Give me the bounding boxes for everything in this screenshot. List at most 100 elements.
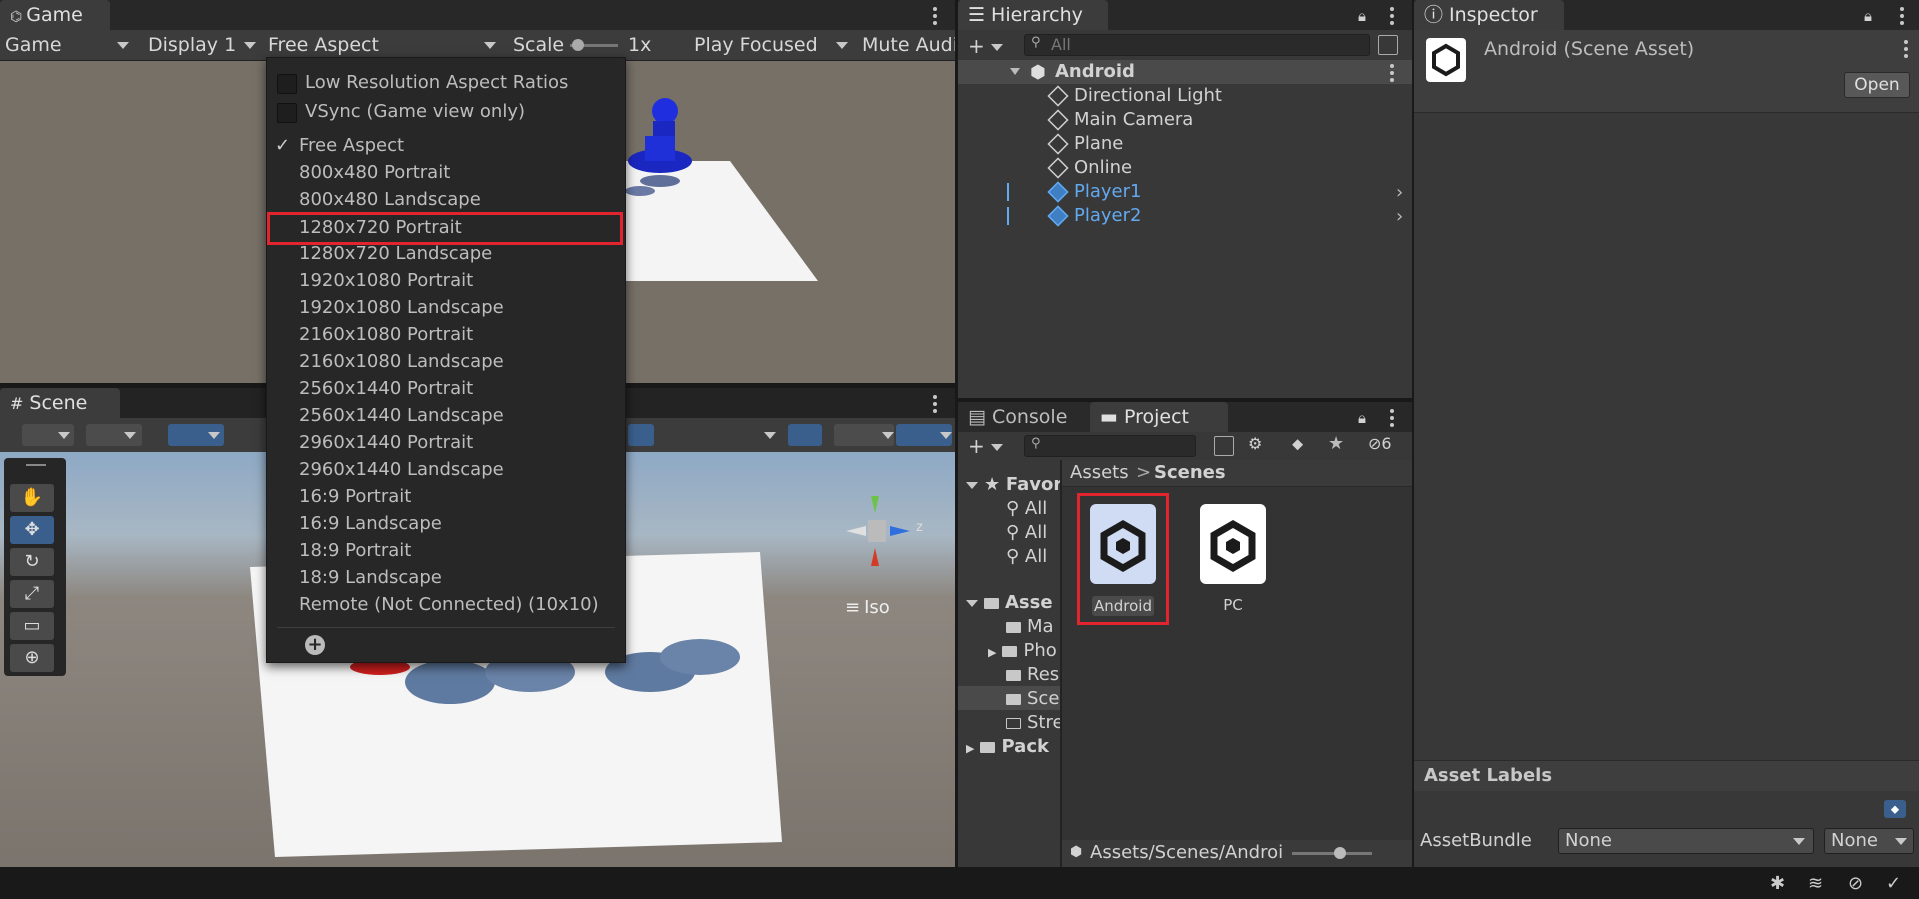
globe-icon[interactable] [86,424,142,446]
menu-item-aspect[interactable]: 1920x1080 Landscape [267,295,625,321]
lock-icon[interactable]: 🔒︎ [1358,409,1366,427]
asset-variant-dropdown[interactable]: None [1824,828,1914,854]
open-button[interactable]: Open [1844,72,1910,98]
game-options-icon[interactable] [933,7,937,25]
tree-item[interactable]: Stre [1006,712,1064,734]
scale-slider-thumb[interactable] [572,39,584,51]
check-circle-icon[interactable]: ✓ [1886,873,1901,894]
rect-tool-icon[interactable]: ▭ [10,612,54,640]
checkbox[interactable] [277,74,297,94]
camera-settings-icon[interactable] [834,424,894,446]
menu-item-aspect[interactable]: 2560x1440 Landscape [267,403,625,429]
icon-size-slider[interactable] [1292,847,1372,859]
menu-check-low-res[interactable]: Low Resolution Aspect Ratios [267,70,625,96]
menu-item-aspect[interactable]: ✓ Free Aspect [267,133,625,159]
chevron-right-icon[interactable]: › [1396,182,1403,203]
tree-item[interactable]: ⚲ All [1006,498,1047,520]
lock-icon[interactable]: 🔒︎ [1864,7,1872,25]
lock-icon[interactable]: 🔒︎ [1358,7,1366,25]
breadcrumb-item[interactable]: Assets [1070,462,1129,483]
checkbox[interactable] [277,103,297,123]
project-options-icon[interactable] [1390,409,1394,427]
hidden-packages-toggle[interactable]: ⊘6 [1368,434,1392,453]
menu-item-aspect[interactable]: 2960x1440 Landscape [267,457,625,483]
create-asset-button[interactable]: + [968,434,1003,458]
icon-size-slider-thumb[interactable] [1334,847,1346,859]
hierarchy-item[interactable]: Online [1047,156,1132,180]
menu-check-vsync[interactable]: VSync (Game view only) [267,99,625,125]
tab-inspector[interactable]: ⓘ Inspector [1414,0,1564,30]
menu-item-aspect[interactable]: 1920x1080 Portrait [267,268,625,294]
menu-item-aspect[interactable]: 1280x720 Landscape [267,241,625,267]
hand-tool-icon[interactable]: ✋ [10,484,54,512]
tree-item-selected[interactable]: Sce [1006,688,1059,710]
tree-packages[interactable]: ▶ Pack [966,736,1049,758]
expand-arrow-icon[interactable] [1010,68,1020,75]
display-dropdown[interactable]: Display 1 [148,30,256,60]
hierarchy-options-icon[interactable] [1390,7,1394,25]
scene-options-icon[interactable] [933,395,937,413]
tab-console[interactable]: ▤ Console [958,402,1090,432]
menu-item-aspect[interactable]: Remote (Not Connected) (10x10) [267,592,625,618]
scene-root-row[interactable]: ⬢ Android [958,60,1412,84]
tree-item[interactable]: ▶ Pho [988,640,1057,662]
search-options-icon[interactable] [1378,35,1398,55]
tree-assets[interactable]: Asse [966,592,1053,614]
project-search-input[interactable]: ⚲ [1024,435,1196,457]
visibility-toggle-icon[interactable] [788,424,822,446]
menu-item-aspect[interactable]: 18:9 Landscape [267,565,625,591]
mute-audio-button[interactable]: Mute Audio [862,30,955,60]
rotate-tool-icon[interactable]: ↻ [10,548,54,576]
tree-item[interactable]: ⚲ All [1006,546,1047,568]
move-tool-icon[interactable]: ✥ [10,516,54,544]
hierarchy-prefab-item[interactable]: Player1 [1047,180,1141,204]
asset-android[interactable]: Android [1077,493,1169,625]
scene-options-icon[interactable] [1390,64,1394,82]
tree-item[interactable]: ⚲ All [1006,522,1047,544]
hierarchy-item[interactable]: Main Camera [1047,108,1193,132]
menu-item-aspect[interactable]: 18:9 Portrait [267,538,625,564]
projection-toggle[interactable]: ≡ Iso [845,597,890,618]
grid-snap-button[interactable] [168,424,224,446]
inspector-header-options-icon[interactable] [1904,40,1908,58]
menu-item-aspect[interactable]: 2960x1440 Portrait [267,430,625,456]
hierarchy-prefab-item[interactable]: Player2 [1047,204,1141,228]
effects-toggle-icon[interactable] [720,424,776,446]
drag-handle[interactable] [26,464,46,466]
menu-item-aspect[interactable]: 2160x1080 Portrait [267,322,625,348]
hierarchy-item[interactable]: Plane [1047,132,1123,156]
audio-toggle-icon[interactable] [680,424,706,446]
tab-project[interactable]: ▬ Project [1090,402,1228,432]
menu-item-aspect[interactable]: 16:9 Portrait [267,484,625,510]
add-object-button[interactable]: + [968,34,1003,58]
scale-tool-icon[interactable]: ⤢ [10,580,54,608]
label-tag-icon[interactable]: ⬥ [1884,800,1906,818]
tab-hierarchy[interactable]: ☰ Hierarchy [958,0,1108,30]
expand-arrow-icon[interactable]: ▶ [966,742,974,755]
asset-bundle-dropdown[interactable]: None [1558,828,1814,854]
star-icon[interactable]: ★ [1328,433,1344,454]
draw-mode-button[interactable] [22,424,74,446]
tab-scene[interactable]: # Scene [0,388,120,418]
menu-item-aspect[interactable]: 2160x1080 Landscape [267,349,625,375]
inspector-options-icon[interactable] [1900,7,1904,25]
hierarchy-search-input[interactable]: ⚲ All [1024,34,1370,56]
chevron-right-icon[interactable]: › [1396,206,1403,227]
filter-by-type-icon[interactable]: ⚙ [1248,434,1262,453]
filter-by-label-icon[interactable]: ⬥ [1292,434,1303,454]
game-mode-dropdown[interactable]: Game [5,30,129,60]
tab-game[interactable]: ⌬ Game [0,0,110,30]
tree-favorites[interactable]: ★ Favor [966,474,1062,496]
play-mode-dropdown[interactable]: Play Focused [694,30,848,60]
debug-icon[interactable]: ✱ [1770,873,1785,894]
search-options-icon[interactable] [1214,436,1234,456]
scale-slider[interactable] [570,39,618,51]
asset-pc[interactable]: PC [1200,504,1266,624]
menu-item-aspect[interactable]: 800x480 Landscape [267,187,625,213]
cache-server-icon[interactable]: ≋ [1808,873,1823,894]
aspect-dropdown[interactable]: Free Aspect [268,30,496,60]
menu-item-aspect-highlighted[interactable]: 1280x720 Portrait [267,212,623,245]
auto-generate-lighting-icon[interactable]: ⊘ [1848,873,1863,894]
gizmos-icon[interactable] [896,424,952,446]
tree-item[interactable]: Ma [1006,616,1054,638]
